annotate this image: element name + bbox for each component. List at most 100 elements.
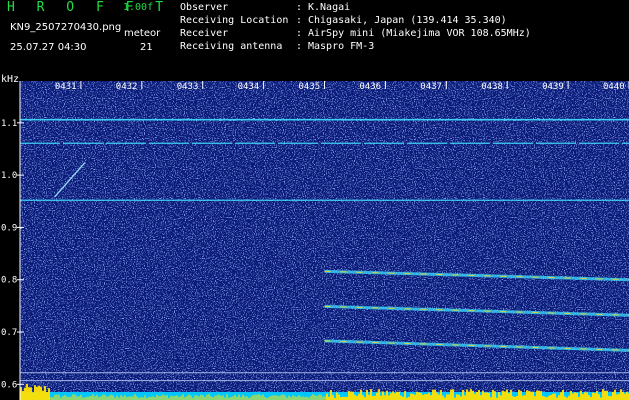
- baseline-bar: [244, 396, 246, 400]
- baseline-bar: [530, 391, 532, 400]
- baseline-bar: [582, 394, 584, 400]
- baseline-bar: [216, 395, 218, 400]
- baseline-bar: [28, 387, 30, 400]
- baseline-bar: [360, 389, 362, 400]
- baseline-bar: [220, 395, 222, 400]
- baseline-bar: [378, 389, 380, 400]
- baseline-bar: [558, 395, 560, 400]
- baseline-bar: [158, 396, 160, 400]
- baseline-bar: [392, 391, 394, 400]
- baseline-bar: [474, 393, 476, 400]
- baseline-bar: [242, 394, 244, 400]
- baseline-bar: [544, 396, 546, 400]
- baseline-bar: [56, 394, 58, 400]
- baseline-bar: [400, 395, 402, 400]
- baseline-bar: [46, 392, 48, 400]
- baseline-bar: [274, 395, 276, 400]
- baseline-bar: [208, 394, 210, 400]
- baseline-bar: [572, 393, 574, 400]
- baseline-bar: [110, 394, 112, 400]
- baseline-bar: [234, 394, 236, 400]
- baseline-bar: [302, 396, 304, 400]
- info-row-location: Receiving Location: Chigasaki, Japan (139…: [180, 15, 507, 26]
- baseline-bar: [80, 394, 82, 400]
- baseline-bar: [436, 392, 438, 400]
- baseline-bar: [498, 392, 500, 400]
- info-key: Receiver: [180, 28, 229, 39]
- baseline-bar: [62, 396, 64, 400]
- baseline-bar: [48, 388, 50, 400]
- baseline-bar: [420, 392, 422, 400]
- x-tick-label: 0435: [299, 82, 321, 92]
- info-row-observer: Observer: K.Nagai: [180, 2, 350, 13]
- baseline-bar: [500, 395, 502, 400]
- baseline-bar: [446, 394, 448, 400]
- baseline-bar: [414, 394, 416, 400]
- baseline-bar: [506, 389, 508, 400]
- baseline-bar: [188, 394, 190, 400]
- baseline-bar: [484, 392, 486, 400]
- baseline-bar: [388, 395, 390, 400]
- baseline-bar: [280, 395, 282, 400]
- baseline-bar: [124, 395, 126, 400]
- baseline-bar: [522, 395, 524, 400]
- baseline-bar: [440, 390, 442, 400]
- baseline-bar: [412, 393, 414, 400]
- baseline-bar: [78, 396, 80, 400]
- baseline-bar: [218, 394, 220, 400]
- baseline-bar: [478, 389, 480, 400]
- meteor-count: 21: [140, 42, 153, 53]
- y-tick-label: 0.9: [1, 223, 17, 233]
- baseline-bar: [576, 392, 578, 400]
- baseline-bar: [468, 391, 470, 400]
- baseline-bar: [238, 394, 240, 400]
- baseline-bar: [30, 387, 32, 400]
- baseline-bar: [206, 394, 208, 400]
- baseline-bar: [432, 389, 434, 400]
- baseline-bar: [592, 392, 594, 400]
- baseline-bar: [282, 394, 284, 400]
- baseline-bar: [586, 392, 588, 400]
- baseline-bar: [524, 395, 526, 400]
- baseline-bar: [42, 390, 44, 400]
- baseline-bar: [604, 390, 606, 400]
- baseline-bar: [320, 394, 322, 400]
- baseline-bar: [162, 394, 164, 400]
- baseline-bar: [362, 395, 364, 400]
- baseline-bar: [144, 395, 146, 400]
- baseline-bar: [298, 395, 300, 400]
- baseline-bar: [434, 389, 436, 400]
- baseline-bar: [358, 393, 360, 400]
- baseline-bar: [620, 389, 622, 400]
- x-tick-label: 0432: [116, 82, 138, 92]
- baseline-bar: [270, 395, 272, 400]
- baseline-bar: [58, 394, 60, 400]
- baseline-bar: [26, 384, 28, 400]
- baseline-bar: [372, 395, 374, 400]
- baseline-bar: [480, 395, 482, 400]
- baseline-bar: [598, 394, 600, 400]
- baseline-bar: [38, 385, 40, 400]
- baseline-bar: [394, 393, 396, 400]
- baseline-bar: [32, 392, 34, 400]
- baseline-bar: [486, 392, 488, 400]
- baseline-bar: [152, 396, 154, 400]
- baseline-bar: [40, 386, 42, 400]
- y-tick-label: 1.1: [1, 119, 17, 129]
- baseline-bar: [196, 395, 198, 400]
- baseline-bar: [426, 394, 428, 400]
- baseline-bar: [614, 389, 616, 400]
- baseline-bar: [418, 392, 420, 400]
- baseline-bar: [262, 394, 264, 400]
- baseline-bar: [336, 392, 338, 400]
- baseline-bar: [540, 391, 542, 400]
- baseline-bar: [34, 385, 36, 400]
- baseline-bar: [536, 390, 538, 400]
- baseline-bar: [568, 395, 570, 400]
- baseline-bar: [416, 391, 418, 400]
- baseline-bar: [492, 389, 494, 400]
- baseline-bar: [624, 393, 626, 400]
- baseline-bar: [260, 395, 262, 400]
- baseline-bar: [554, 393, 556, 400]
- baseline-bar: [272, 395, 274, 400]
